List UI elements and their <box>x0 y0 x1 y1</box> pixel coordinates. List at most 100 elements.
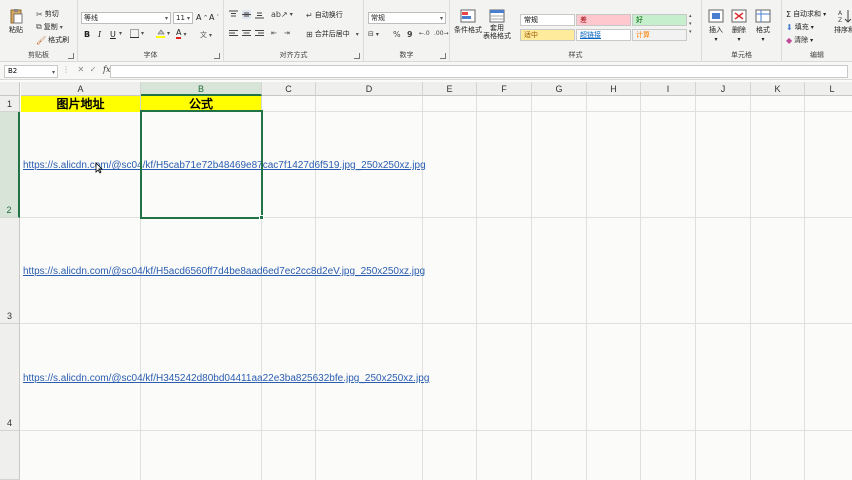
align-center-icon <box>242 30 251 36</box>
merge-label: 合并后居中 <box>314 30 350 38</box>
italic-button[interactable]: I <box>98 30 101 39</box>
formula-input[interactable] <box>110 65 848 78</box>
alignment-launcher[interactable] <box>354 53 360 59</box>
active-cell-border[interactable] <box>140 110 263 219</box>
formula-bar: B2 ▾ ⋮ ✕ ✓ fx <box>0 62 852 80</box>
column-header-b[interactable]: B <box>141 82 262 96</box>
delete-cells-icon <box>731 9 747 23</box>
outdent-icon: ⇤ <box>271 29 277 37</box>
bold-button[interactable]: B <box>84 30 90 39</box>
name-box[interactable]: B2 ▾ <box>4 65 58 78</box>
column-header-l[interactable]: L <box>805 82 852 96</box>
font-color-button[interactable]: A ▾ <box>176 29 187 39</box>
font-name-select[interactable]: 等线 ▾ <box>81 12 171 24</box>
autosum-button[interactable]: Σ 自动求和 ▾ <box>786 9 826 19</box>
style-calculation[interactable]: 计算 <box>632 29 687 41</box>
accounting-icon: ⊟ <box>368 30 374 38</box>
align-center-button[interactable] <box>242 29 251 38</box>
cell-a3-link[interactable]: https://s.alicdn.com/@sc04/kf/H5acd6560f… <box>23 266 425 277</box>
number-group: 常规 ▾ ⊟ ▾ % 9 ←.0 .00→ 数字 <box>364 0 450 62</box>
cells-group: 插入 ▾ 删除 ▾ 格式 ▾ 单元格 <box>702 0 782 62</box>
style-neutral[interactable]: 适中 <box>520 29 575 41</box>
insert-cells-button[interactable]: 插入 ▾ <box>708 8 724 43</box>
font-size-select[interactable]: 11 ▾ <box>173 12 193 24</box>
align-bottom-button[interactable] <box>255 10 264 19</box>
style-hyperlink[interactable]: 超链接 <box>576 29 631 41</box>
row-header-4[interactable]: 4 <box>0 324 20 431</box>
wrap-text-button[interactable]: ↵ 自动换行 <box>306 10 343 20</box>
column-header-k[interactable]: K <box>751 82 805 96</box>
row-header-1[interactable]: 1 <box>0 96 20 112</box>
percent-button[interactable]: % <box>393 30 401 39</box>
copy-button[interactable]: ⧉ 复制 ▾ <box>36 22 63 32</box>
font-launcher[interactable] <box>214 53 220 59</box>
align-left-button[interactable] <box>229 29 238 38</box>
column-header-i[interactable]: I <box>641 82 696 96</box>
border-icon <box>130 29 139 38</box>
fill-color-button[interactable]: ▾ <box>156 29 170 38</box>
paste-button[interactable]: 粘贴 <box>8 8 24 35</box>
format-cells-button[interactable]: 格式 ▾ <box>755 8 771 43</box>
accounting-button[interactable]: ⊟ ▾ <box>368 30 379 38</box>
increase-decimal-button[interactable]: ←.0 <box>419 30 430 37</box>
select-all-corner[interactable] <box>0 82 20 96</box>
cell-a4-link[interactable]: https://s.alicdn.com/@sc04/kf/H345242d80… <box>23 373 429 384</box>
conditional-format-label: 条件格式 <box>454 26 482 34</box>
column-header-f[interactable]: F <box>477 82 532 96</box>
column-header-a[interactable]: A <box>21 82 141 96</box>
excel-window: 粘贴 ✂ 剪切 ⧉ 复制 ▾ 🖌 格式刷 剪贴板 等线 ▾ 11 ▾ A ^ Aˇ B I U… <box>0 0 852 480</box>
column-header-h[interactable]: H <box>587 82 641 96</box>
underline-button[interactable]: U <box>110 30 116 39</box>
style-good[interactable]: 好 <box>632 14 687 26</box>
underline-dropdown[interactable]: ▾ <box>119 30 122 37</box>
decrease-indent-button[interactable]: ⇤ <box>271 29 277 37</box>
clear-button[interactable]: ◆ 清除 ▾ <box>786 35 813 45</box>
comma-button[interactable]: 9 <box>407 30 413 39</box>
decrease-decimal-button[interactable]: .00→ <box>434 30 449 37</box>
orientation-button[interactable]: ab↗ ▾ <box>271 10 293 19</box>
delete-label: 删除 <box>732 26 746 34</box>
column-header-e[interactable]: E <box>423 82 477 96</box>
merge-center-button[interactable]: ⊞ 合并后居中 ▾ <box>306 29 359 39</box>
increase-indent-button[interactable]: ⇥ <box>284 29 290 37</box>
format-as-table-button[interactable]: 套用 表格格式 <box>483 8 511 40</box>
align-right-button[interactable] <box>255 29 264 38</box>
number-format-select[interactable]: 常规 ▾ <box>368 12 446 24</box>
worksheet-grid[interactable]: ABCDEFGHIJKL 1234 图片地址 公式 https://s.alic… <box>0 80 852 480</box>
row-header-3[interactable]: 3 <box>0 218 20 324</box>
orientation-icon: ab↗ <box>271 10 288 19</box>
sort-filter-button[interactable]: AZ 排序和 <box>834 8 852 35</box>
format-table-icon <box>489 9 505 23</box>
column-header-d[interactable]: D <box>316 82 423 96</box>
enter-icon[interactable]: ✓ <box>90 65 97 74</box>
clipboard-launcher[interactable] <box>68 53 74 59</box>
align-top-button[interactable] <box>229 10 238 19</box>
number-launcher[interactable] <box>440 53 446 59</box>
styles-group: 条件格式 套用 表格格式 常规 差 好 适中 超链接 计算 ▴ ▾ ▾ 样式 <box>450 0 702 62</box>
align-middle-button[interactable] <box>242 10 251 19</box>
column-header-c[interactable]: C <box>262 82 316 96</box>
cut-button[interactable]: ✂ 剪切 <box>36 9 59 19</box>
style-bad[interactable]: 差 <box>576 14 631 26</box>
shrink-font-button[interactable]: Aˇ <box>209 13 219 22</box>
styles-group-label: 样式 <box>568 51 583 59</box>
gridline-vertical <box>750 96 751 480</box>
grow-font-button[interactable]: A ^ <box>196 13 208 22</box>
row-header-partial[interactable] <box>0 431 20 480</box>
styles-scroll[interactable]: ▴ ▾ ▾ <box>689 13 692 35</box>
border-button[interactable]: ▾ <box>130 29 144 38</box>
format-painter-button[interactable]: 🖌 格式刷 <box>36 35 69 45</box>
more-icon[interactable]: ⋮ <box>62 65 70 74</box>
phonetic-button[interactable]: 文 ▾ <box>200 30 212 40</box>
row-header-2[interactable]: 2 <box>0 112 20 218</box>
column-header-j[interactable]: J <box>696 82 751 96</box>
style-normal[interactable]: 常规 <box>520 14 575 26</box>
cancel-icon[interactable]: ✕ <box>78 65 85 74</box>
sigma-icon: Σ <box>786 9 792 19</box>
cell-a1[interactable]: 图片地址 <box>21 96 141 112</box>
conditional-format-button[interactable]: 条件格式 <box>454 8 482 35</box>
delete-cells-button[interactable]: 删除 ▾ <box>731 8 747 43</box>
fill-button[interactable]: ⬇ 填充 ▾ <box>786 22 814 32</box>
fill-handle[interactable] <box>259 215 264 220</box>
column-header-g[interactable]: G <box>532 82 587 96</box>
